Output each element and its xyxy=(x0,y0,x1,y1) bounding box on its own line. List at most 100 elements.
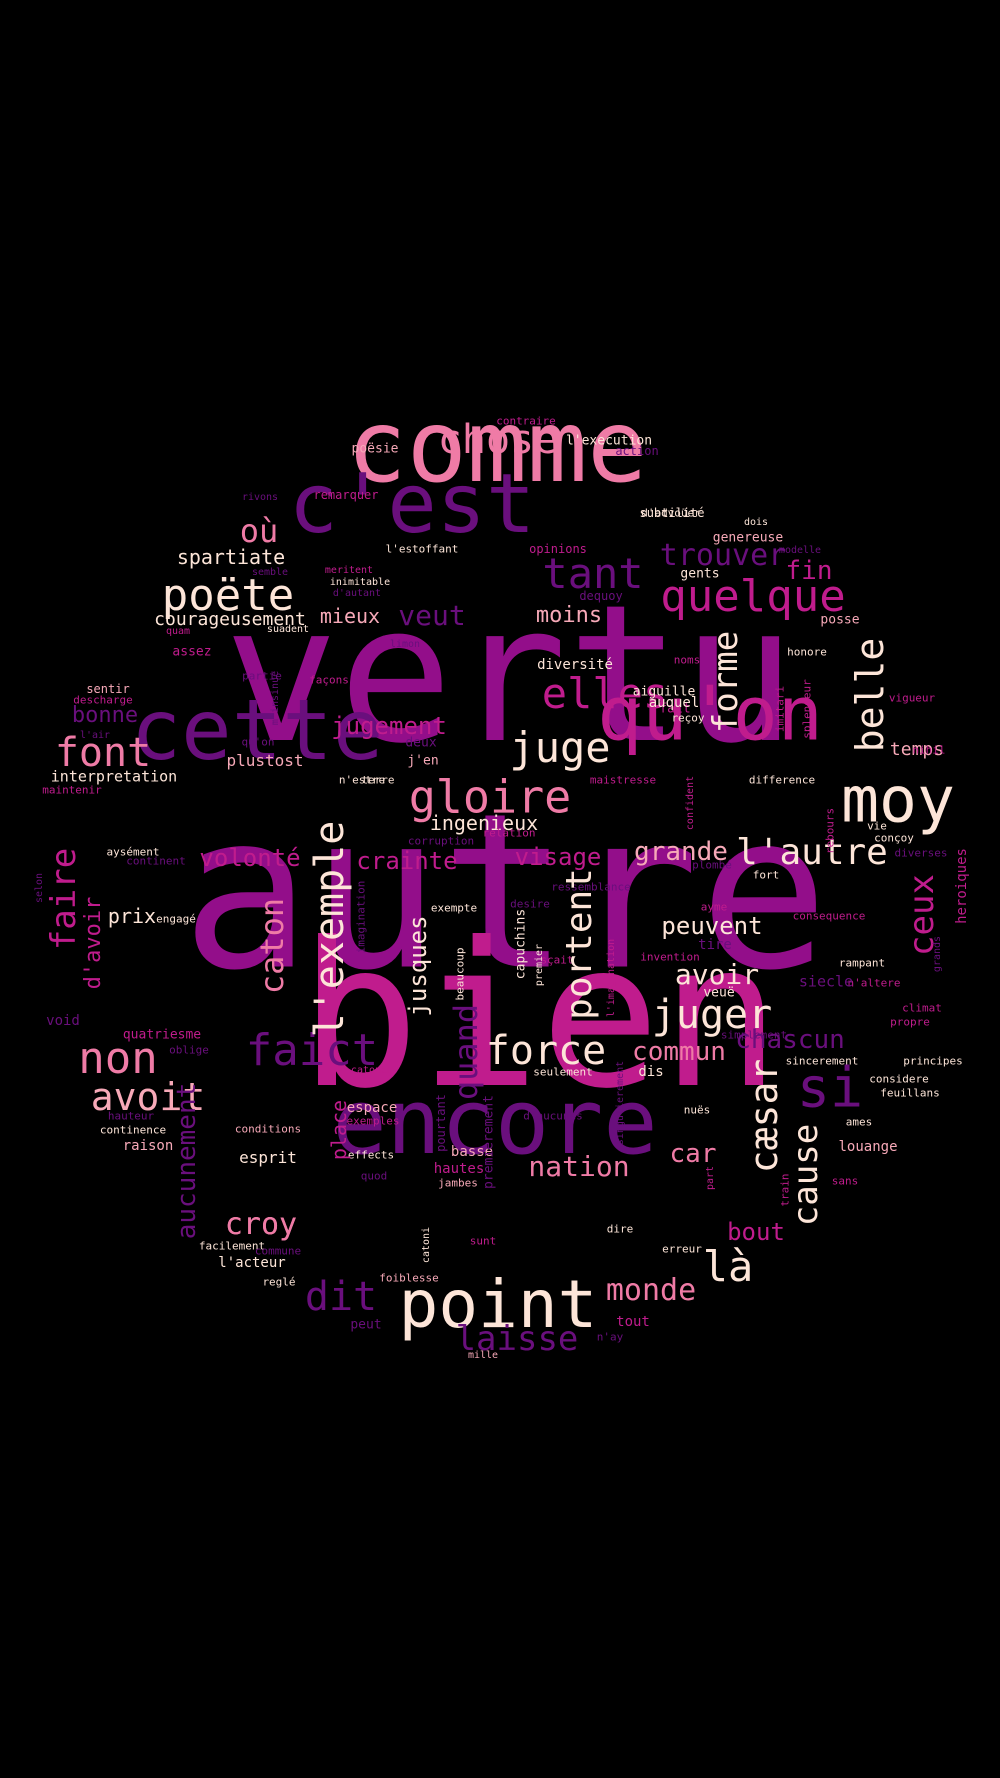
word-174: forme xyxy=(706,630,746,734)
word-152: dois xyxy=(743,517,769,528)
word-130: n'estre xyxy=(338,773,386,787)
word-77: l'air xyxy=(79,730,111,741)
word-102: ames xyxy=(845,1115,873,1129)
word-157: semble xyxy=(251,567,289,578)
word-98: sincerement xyxy=(785,1054,859,1068)
word-53: prix xyxy=(107,904,157,928)
word-183: pourtant xyxy=(434,1094,448,1152)
word-179: faire xyxy=(44,847,84,951)
word-25: si xyxy=(796,1055,864,1120)
word-142: vigueur xyxy=(888,691,936,705)
word-185: catoni xyxy=(421,1226,432,1264)
word-101: feuillans xyxy=(880,1086,940,1100)
word-194: confident xyxy=(685,775,696,831)
word-195: imitari xyxy=(773,685,787,733)
word-121: conçoy xyxy=(874,831,914,845)
word-66: mille xyxy=(467,1350,499,1361)
word-94: d'aucunes xyxy=(523,1109,583,1123)
word-193: train xyxy=(778,1173,792,1207)
word-125: relation xyxy=(482,826,536,840)
word-71: sans xyxy=(831,1174,859,1188)
word-78: maintenir xyxy=(42,783,102,797)
word-85: conditions xyxy=(234,1122,302,1136)
word-123: difference xyxy=(748,773,816,787)
word-63: l'acteur xyxy=(218,1255,286,1271)
word-24: l'autre xyxy=(736,832,888,873)
word-119: fort xyxy=(752,868,780,882)
word-173: quand xyxy=(447,1003,485,1101)
word-196: splendeur xyxy=(800,679,814,739)
word-126: corruption xyxy=(407,834,475,848)
word-87: effects xyxy=(347,1148,395,1162)
word-172: portent xyxy=(559,868,600,1020)
word-88: quod xyxy=(360,1169,388,1183)
word-184: premierement xyxy=(481,1095,497,1189)
word-153: modelle xyxy=(778,545,822,556)
word-74: assez xyxy=(172,644,212,660)
word-181: aucunement xyxy=(172,1082,202,1240)
word-145: genereuse xyxy=(712,530,784,546)
word-84: continence xyxy=(99,1123,167,1137)
word-91: commune xyxy=(254,1244,302,1258)
word-199: rebours xyxy=(823,807,837,855)
word-89: jambes xyxy=(438,1176,478,1190)
word-61: hautes xyxy=(433,1161,485,1177)
word-57: esprit xyxy=(239,1148,297,1167)
word-122: vie xyxy=(867,819,887,833)
word-182: place xyxy=(327,1099,351,1161)
word-44: où xyxy=(239,512,279,550)
word-cloud: vertu autre bien comme c'est cette qu'on encore… xyxy=(0,0,1000,1778)
word-151: d'advoüer xyxy=(641,506,701,520)
word-170: caton xyxy=(253,897,291,995)
word-161: remarquer xyxy=(313,488,379,502)
word-128: deux xyxy=(405,735,437,751)
word-149: opinions xyxy=(529,542,587,556)
word-70: dire xyxy=(606,1222,634,1236)
word-80: continent xyxy=(126,854,186,868)
word-154: meritent xyxy=(324,565,374,576)
word-97: seulement xyxy=(533,1065,593,1079)
word-165: action xyxy=(615,444,659,458)
word-127: j'en xyxy=(407,753,439,769)
word-108: veuë xyxy=(703,985,735,1001)
word-68: sunt xyxy=(469,1234,497,1248)
word-103: simplement xyxy=(720,1028,788,1042)
word-158: quam xyxy=(165,626,191,637)
word-112: ayme xyxy=(700,900,728,914)
word-95: nuës xyxy=(683,1103,711,1117)
word-137: reçoy xyxy=(671,711,705,725)
word-45: fin xyxy=(785,556,833,586)
word-160: rivons xyxy=(241,492,279,503)
word-59: espace xyxy=(346,1100,398,1116)
word-26: là xyxy=(702,1242,754,1291)
word-54: car xyxy=(669,1139,717,1169)
word-29: monde xyxy=(605,1273,697,1308)
word-120: diverses xyxy=(894,846,948,860)
word-124: maistresse xyxy=(589,773,657,787)
word-31: nation xyxy=(528,1150,630,1183)
word-191: singulierement xyxy=(615,1060,626,1146)
word-131: qu'on xyxy=(241,735,275,749)
word-163: contraire xyxy=(496,414,556,428)
word-72: quatriesme xyxy=(122,1027,202,1043)
word-38: crainte xyxy=(356,847,458,875)
word-156: d'autant xyxy=(332,588,382,599)
word-86: exemples xyxy=(346,1114,400,1128)
word-169: l'exemple xyxy=(307,820,353,1038)
word-93: foiblesse xyxy=(379,1271,439,1285)
word-106: n'altere xyxy=(847,976,901,990)
word-47: bonne xyxy=(71,703,139,728)
word-37: visage xyxy=(514,843,602,871)
word-9: moy xyxy=(841,763,955,837)
word-140: limon xyxy=(389,639,421,650)
word-171: jusques xyxy=(404,915,432,1017)
word-192: part xyxy=(705,1165,716,1191)
word-114: rampant xyxy=(838,956,886,970)
word-190: l'imagination xyxy=(606,938,617,1018)
word-42: mieux xyxy=(319,604,381,628)
word-107: siecle xyxy=(798,972,854,991)
word-155: inimitable xyxy=(329,577,391,588)
word-138: auquel xyxy=(648,695,700,711)
word-52: plustost xyxy=(226,751,304,770)
word-62: louange xyxy=(838,1139,898,1155)
